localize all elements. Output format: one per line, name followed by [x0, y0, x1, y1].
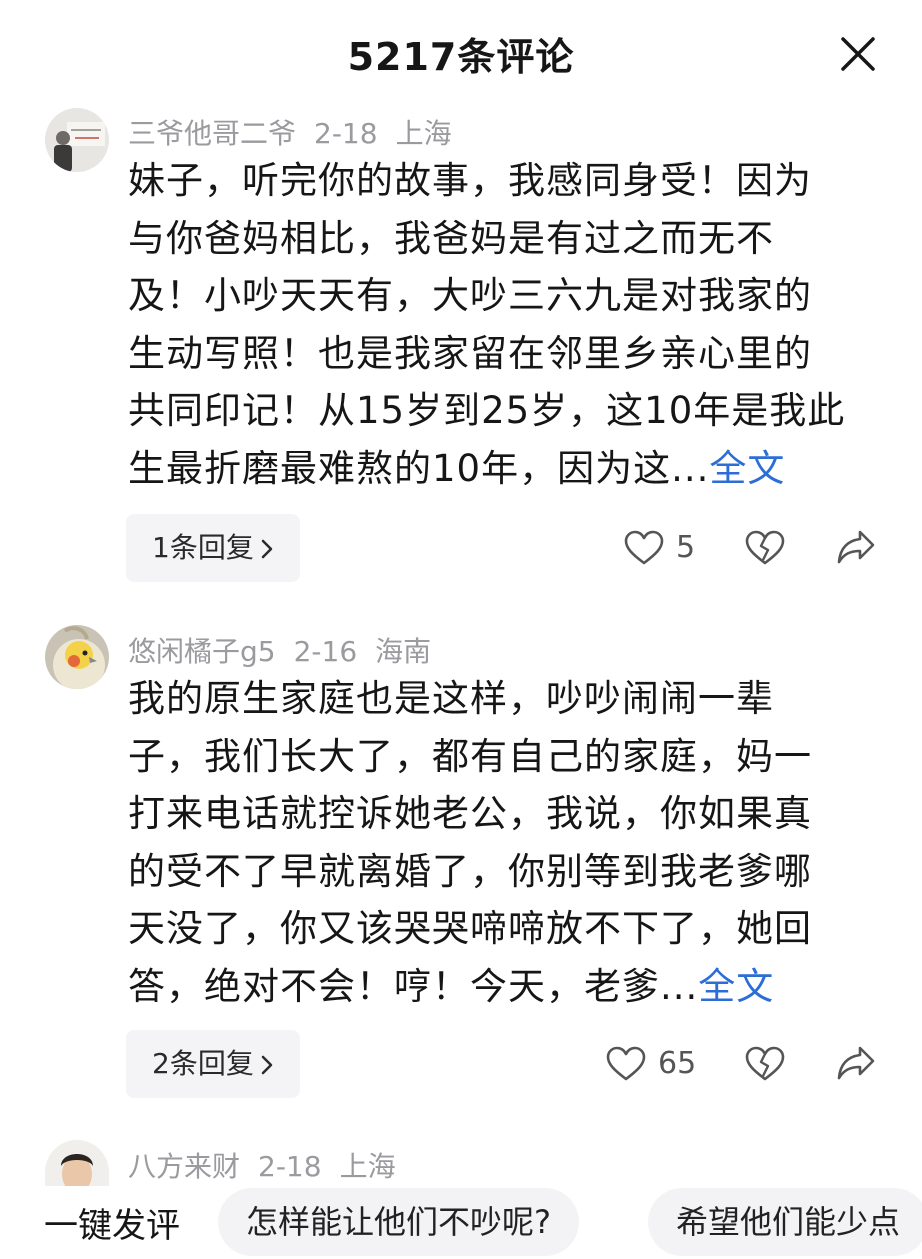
comment-location: 上海 [395, 117, 452, 150]
like-count: 5 [676, 530, 696, 565]
like-heart-icon[interactable] [606, 1046, 646, 1082]
dislike-broken-heart-icon[interactable] [745, 530, 785, 566]
comment-line: 天没了，你又该哭哭啼啼放不下了，她回 [128, 907, 812, 950]
quick-comment-label: 一键发评 [44, 1206, 180, 1246]
comment-line: 子，我们长大了，都有自己的家庭，妈一 [128, 734, 812, 778]
comment-line: 生动写照！也是我家留在邻里乡亲心里的 [128, 331, 812, 375]
share-arrow-icon[interactable] [836, 528, 876, 566]
comments-header: 5217条评论 [0, 0, 922, 108]
comment-line: 与你爸妈相比，我爸妈是有过之而无不 [128, 216, 774, 260]
dislike-broken-heart-icon[interactable] [745, 1046, 785, 1082]
avatar[interactable] [45, 625, 109, 689]
comment-meta: 三爷他哥二爷 2-18 上海 [128, 112, 470, 152]
comment-username[interactable]: 三爷他哥二爷 [128, 117, 296, 150]
quick-comment-chip[interactable]: 希望他们能少点 [648, 1188, 922, 1256]
comment-line: 的受不了早就离婚了，你别等到我老爹哪 [128, 849, 812, 893]
comment-last-line: 答，绝对不会！哼！今天，老爹...全文 [128, 958, 888, 1016]
comment-meta: 悠闲橘子g5 2-16 海南 [128, 630, 449, 670]
comment-line: 我的原生家庭也是这样，吵吵闹闹一辈 [128, 677, 774, 720]
comment-line: 生最折磨最难熬的10年，因为这... [128, 446, 710, 490]
comment-line: 打来电话就控诉她老公，我说，你如果真 [128, 792, 812, 835]
comment-line: 妹子，听完你的故事，我感同身受！因为 [128, 159, 812, 202]
comments-count-title: 5217条评论 [347, 35, 575, 79]
expand-full-text-link[interactable]: 全文 [709, 447, 785, 490]
comment-line: 共同印记！从15岁到25岁，这10年是我此 [128, 389, 846, 432]
comment-location: 上海 [339, 1150, 396, 1183]
chevron-right-icon [261, 1055, 273, 1075]
comment-date: 2-16 [293, 635, 358, 668]
comment-line: 及！小吵天天有，大吵三六九是对我家的 [128, 274, 812, 317]
avatar[interactable] [45, 1140, 109, 1186]
comment-body: 我的原生家庭也是这样，吵吵闹闹一辈 子，我们长大了，都有自己的家庭，妈一 打来电… [128, 670, 888, 1015]
comment-last-line: 生最折磨最难熬的10年，因为这...全文 [128, 440, 888, 498]
comment-date: 2-18 [258, 1150, 322, 1183]
like-heart-icon[interactable] [624, 530, 664, 566]
view-replies-button[interactable]: 1条回复 [126, 514, 300, 582]
comment-username[interactable]: 八方来财 [128, 1150, 240, 1183]
replies-count-label: 1条回复 [152, 531, 254, 564]
comment-date: 2-18 [314, 117, 378, 150]
comment-body: 妹子，听完你的故事，我感同身受！因为 与你爸妈相比，我爸妈是有过之而无不 及！小… [128, 152, 888, 497]
view-replies-button[interactable]: 2条回复 [126, 1030, 300, 1098]
comment-meta: 八方来财 2-18 上海 [128, 1145, 414, 1185]
quick-comment-bar: 一键发评 怎样能让他们不吵呢? 希望他们能少点 [0, 1188, 922, 1259]
comment-username[interactable]: 悠闲橘子g5 [128, 635, 276, 668]
expand-full-text-link[interactable]: 全文 [698, 965, 774, 1008]
share-arrow-icon[interactable] [836, 1044, 876, 1082]
chevron-right-icon [261, 539, 273, 559]
quick-comment-chip[interactable]: 怎样能让他们不吵呢? [218, 1188, 579, 1256]
avatar[interactable] [45, 108, 109, 172]
comment-line: 答，绝对不会！哼！今天，老爹... [128, 964, 699, 1008]
comment-location: 海南 [375, 635, 432, 668]
replies-count-label: 2条回复 [152, 1047, 254, 1080]
close-icon[interactable] [840, 36, 876, 72]
like-count: 65 [658, 1046, 697, 1081]
